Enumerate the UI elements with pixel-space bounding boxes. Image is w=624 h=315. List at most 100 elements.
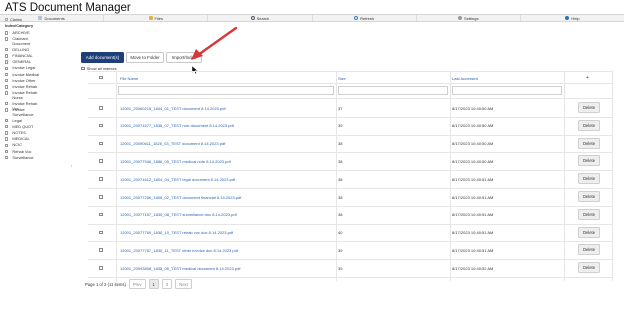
file-name-link[interactable]: 12001_20071577_1836_07_TEST ncic documen… xyxy=(120,123,234,128)
row-checkbox[interactable] xyxy=(99,248,103,252)
last-accessed: 8/17/2023 10:40:51 AM xyxy=(452,194,494,200)
delete-button[interactable]: Delete xyxy=(578,226,600,238)
sidebar-item-checkbox[interactable] xyxy=(5,102,9,106)
sidebar-item-checkbox[interactable] xyxy=(5,37,9,41)
file-name-link[interactable]: 12001_20077769_1830_10_TEST rehab voc do… xyxy=(120,230,233,235)
last-accessed: 8/17/2023 10:40:50 AM xyxy=(452,123,494,129)
file-name-link[interactable]: 12001_20093808_1838_06_TEST medical docu… xyxy=(120,266,240,271)
row-checkbox[interactable] xyxy=(99,106,103,110)
file-size: 40 xyxy=(338,230,343,236)
file-name-link[interactable]: 12001_20077787_1830_11_TEST other invoic… xyxy=(120,248,238,253)
sidebar-item[interactable]: GENERAL xyxy=(5,59,77,65)
file-name-link[interactable]: 12001_20060215_1604_01_TEST document 8.1… xyxy=(120,106,226,111)
sidebar-item-checkbox[interactable] xyxy=(5,66,9,71)
documents-icon xyxy=(38,16,43,20)
row-checkbox[interactable] xyxy=(99,230,103,235)
file-size: 39 xyxy=(338,247,343,253)
nav-search[interactable]: Search xyxy=(208,15,313,21)
table-row: 12001_20077157_1830_08_TEST surveillance… xyxy=(88,206,612,224)
chevron-right-icon[interactable]: › xyxy=(71,163,72,168)
sidebar-item[interactable]: DELLING xyxy=(5,47,77,53)
delete-button[interactable]: Delete xyxy=(578,262,600,274)
column-header-last-accessed[interactable]: Last Accessed xyxy=(452,76,478,81)
next-page-button[interactable]: Next xyxy=(175,279,192,289)
sidebar-item-label: Claimant Document xyxy=(12,36,31,46)
row-checkbox[interactable] xyxy=(99,159,103,163)
delete-button[interactable]: Delete xyxy=(578,244,600,256)
sidebar-item-checkbox[interactable] xyxy=(5,118,9,123)
sidebar-item-checkbox[interactable] xyxy=(5,31,9,35)
sidebar-item[interactable]: NOTES xyxy=(5,130,77,136)
move-to-folder-button[interactable]: Move to Folder xyxy=(126,52,164,63)
page-2-button[interactable]: 2 xyxy=(161,279,173,289)
sidebar-item[interactable]: Legal xyxy=(5,118,77,124)
last-accessed-filter-input[interactable] xyxy=(452,86,562,95)
sidebar-item-checkbox[interactable] xyxy=(5,108,9,112)
delete-button[interactable]: Delete xyxy=(578,119,600,131)
delete-button[interactable]: Delete xyxy=(578,102,600,113)
column-header-size[interactable]: Size xyxy=(338,76,346,81)
sidebar-item[interactable]: Invoice Other xyxy=(5,78,77,84)
size-filter-input[interactable] xyxy=(338,86,448,95)
file-name-link[interactable]: 12001_20077256_1806_02_TEST document fin… xyxy=(120,195,241,200)
sidebar-item-checkbox[interactable] xyxy=(5,85,9,89)
page-1-button[interactable]: 1 xyxy=(148,279,159,289)
sidebar-item[interactable]: Invoice Medical xyxy=(5,72,77,78)
column-header-file-name[interactable]: File Name xyxy=(120,76,138,81)
delete-button[interactable]: Delete xyxy=(578,208,600,220)
file-name-link[interactable]: 12001_20071612_1804_04_TEST legal docume… xyxy=(120,177,235,182)
sidebar-item-label: Invoice Surveillance xyxy=(12,107,34,117)
row-checkbox[interactable] xyxy=(99,141,103,146)
sidebar-item[interactable]: MEDICAL xyxy=(5,136,77,142)
sidebar-item[interactable]: Claimant Document xyxy=(5,36,77,47)
sidebar-item[interactable]: NCIC xyxy=(5,143,77,148)
sidebar-item[interactable]: Invoice Rehab Nurse xyxy=(5,90,77,101)
row-checkbox[interactable] xyxy=(99,177,103,181)
sidebar-item-checkbox[interactable] xyxy=(5,131,9,135)
sidebar-item[interactable]: Invoice Surveillance xyxy=(5,107,77,118)
nav-refresh[interactable]: Refresh xyxy=(313,15,417,21)
sidebar-item-checkbox[interactable] xyxy=(5,91,9,95)
delete-button[interactable]: Delete xyxy=(578,137,600,149)
nav-files[interactable]: Files xyxy=(104,15,209,21)
delete-button[interactable]: Delete xyxy=(578,155,600,167)
sidebar-item[interactable]: Invoice Legal xyxy=(5,66,77,71)
sidebar-item[interactable]: ARCHIVE xyxy=(5,30,77,36)
delete-button[interactable]: Delete xyxy=(578,173,600,185)
sidebar-item[interactable]: Surveillance xyxy=(5,155,77,161)
sidebar-claims-label: Claims xyxy=(10,17,22,22)
delete-button[interactable]: Delete xyxy=(578,191,600,202)
show-all-checkbox[interactable] xyxy=(81,66,85,71)
row-checkbox[interactable] xyxy=(99,123,103,128)
sidebar-item[interactable]: FINANCIAL xyxy=(5,53,77,59)
row-checkbox[interactable] xyxy=(99,266,103,270)
prev-page-button[interactable]: Prev xyxy=(128,279,146,289)
file-size: 38 xyxy=(338,212,343,218)
sidebar-item-checkbox[interactable] xyxy=(5,143,9,148)
sidebar-item-checkbox[interactable] xyxy=(5,137,9,141)
sidebar-item[interactable]: MED QUOT xyxy=(5,124,77,130)
nav-help[interactable]: Help xyxy=(521,15,624,21)
file-name-filter-input[interactable] xyxy=(118,86,334,95)
sidebar-item[interactable]: Rehab Voc xyxy=(5,149,77,155)
row-checkbox[interactable] xyxy=(99,195,103,199)
sidebar-item-checkbox[interactable] xyxy=(5,125,9,129)
file-name-link[interactable]: 12001_20077946_1886_05_TEST medical note… xyxy=(120,159,231,164)
sidebar-item-checkbox[interactable] xyxy=(5,79,9,83)
sidebar-item-checkbox[interactable] xyxy=(5,54,9,58)
add-documents-button[interactable]: Add document(s) xyxy=(81,52,124,63)
sidebar-item-checkbox[interactable] xyxy=(5,149,9,154)
nav-settings[interactable]: Settings xyxy=(417,15,521,21)
add-column-icon[interactable]: + xyxy=(586,75,589,81)
sidebar-item[interactable]: Invoice Rehab xyxy=(5,84,77,90)
expand-icon xyxy=(5,18,8,21)
sidebar-item-checkbox[interactable] xyxy=(5,48,9,52)
sidebar-item-checkbox[interactable] xyxy=(5,72,9,77)
row-checkbox[interactable] xyxy=(99,212,103,217)
file-name-link[interactable]: 12001_20090611_1826_03_TEST document 8.1… xyxy=(120,141,225,146)
sidebar-item-checkbox[interactable] xyxy=(5,60,9,64)
sidebar-claims[interactable]: Claims xyxy=(5,17,22,22)
file-name-link[interactable]: 12001_20077157_1830_08_TEST surveillance… xyxy=(120,212,237,217)
select-all-checkbox[interactable] xyxy=(99,75,103,80)
sidebar-item-checkbox[interactable] xyxy=(5,156,9,160)
